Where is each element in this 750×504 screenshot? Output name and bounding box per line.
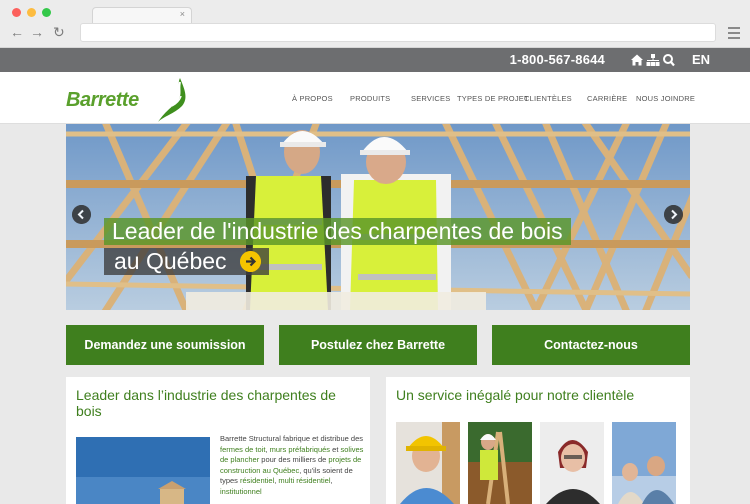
address-bar[interactable] [80, 23, 716, 42]
body-text-1: Barrette Structural fabrique et distribu… [220, 434, 363, 443]
caption-arrow-icon[interactable] [239, 251, 261, 272]
sitemap-icon[interactable] [646, 54, 660, 66]
nav-types-de-projet[interactable]: TYPES DE PROJET [457, 94, 529, 103]
site-header: Barrette À PROPOS PRODUITS SERVICES TYPE… [0, 72, 750, 124]
browser-tab[interactable]: × [92, 7, 192, 23]
nav-services[interactable]: SERVICES [411, 94, 450, 103]
quote-request-button[interactable]: Demandez une soumission [66, 325, 264, 365]
logo-leaf-icon [158, 78, 186, 122]
leader-card-title-line1: Leader dans l’industrie des charpentes d… [76, 387, 336, 403]
leader-card-title: Leader dans l’industrie des charpentes d… [76, 387, 336, 419]
service-card: Un service inégalé pour notre clientèle [386, 377, 690, 504]
client-photo-4 [612, 422, 676, 504]
top-bar: 1-800-567-8644 EN [0, 48, 750, 72]
body-text-4: pour des milliers de [259, 455, 329, 464]
body-text-7: , [330, 476, 333, 485]
construction-photo [76, 437, 210, 504]
link-residentiel[interactable]: résidentiel [240, 476, 274, 485]
browser-menu-icon[interactable] [728, 27, 740, 42]
leader-card: Leader dans l’industrie des charpentes d… [66, 377, 370, 504]
client-photo-2 [468, 422, 532, 504]
hero-slider[interactable] [66, 124, 690, 310]
phone-number[interactable]: 1-800-567-8644 [510, 52, 605, 67]
search-icon[interactable] [663, 54, 675, 67]
hero-image [66, 124, 690, 310]
client-photo-3 [540, 422, 604, 504]
hero-caption-line1: Leader de l'industrie des charpentes de … [104, 218, 571, 245]
barrette-logo[interactable]: Barrette [66, 78, 186, 122]
slider-prev-icon[interactable] [72, 205, 91, 224]
contact-button[interactable]: Contactez-nous [492, 325, 690, 365]
minimize-window-button[interactable] [27, 8, 36, 17]
link-institutionnel[interactable]: institutionnel [220, 487, 262, 496]
forward-arrow-icon[interactable]: → [30, 25, 44, 39]
reload-icon[interactable]: ↻ [53, 25, 65, 39]
maximize-window-button[interactable] [42, 8, 51, 17]
slider-next-icon[interactable] [664, 205, 683, 224]
home-icon[interactable] [631, 54, 643, 66]
nav-a-propos[interactable]: À PROPOS [292, 94, 333, 103]
leader-card-title-line2: bois [76, 403, 102, 419]
logo-text: Barrette [66, 89, 139, 111]
hero-caption-line2[interactable]: au Québec [104, 248, 269, 275]
top-bar-icons [631, 54, 675, 67]
link-multi-residentiel[interactable]: multi résidentiel [278, 476, 330, 485]
nav-produits[interactable]: PRODUITS [350, 94, 390, 103]
leader-card-text: Barrette Structural fabrique et distribu… [220, 434, 366, 497]
nav-nous-joindre[interactable]: NOUS JOINDRE [636, 94, 695, 103]
apply-button[interactable]: Postulez chez Barrette [279, 325, 477, 365]
hero-caption-line2-text: au Québec [114, 248, 227, 274]
service-card-title: Un service inégalé pour notre clientèle [396, 387, 635, 403]
tab-close-icon[interactable]: × [180, 9, 185, 19]
client-photo-1 [396, 422, 460, 504]
language-switch[interactable]: EN [692, 52, 710, 67]
link-murs-prefabriques[interactable]: murs préfabriqués [270, 445, 330, 454]
close-window-button[interactable] [12, 8, 21, 17]
back-arrow-icon[interactable]: ← [10, 25, 24, 39]
nav-clienteles[interactable]: CLIENTÈLES [524, 94, 572, 103]
link-fermes-de-toit[interactable]: fermes de toit [220, 445, 265, 454]
nav-carriere[interactable]: CARRIÈRE [587, 94, 627, 103]
browser-chrome: × ← → ↻ [0, 0, 750, 48]
body-text-3: et [330, 444, 341, 454]
